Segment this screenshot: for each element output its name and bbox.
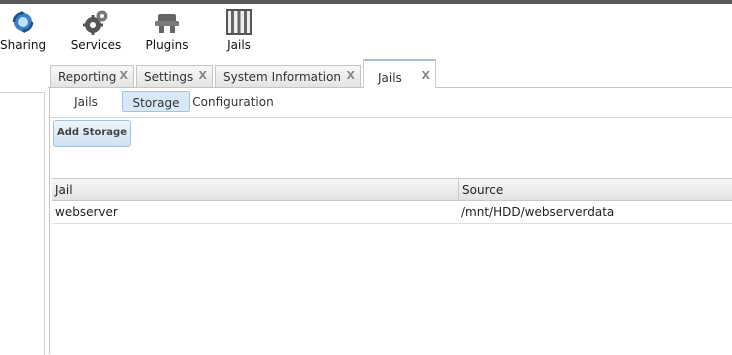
toolbar-plugins-label: Plugins [145, 38, 189, 52]
tab-jails[interactable]: Jails X [363, 59, 436, 88]
cell-jail: webserver [55, 205, 118, 219]
column-header-jail[interactable]: Jail [52, 179, 458, 200]
subtab-configuration[interactable]: Configuration [192, 91, 274, 112]
tab-reporting-label: Reporting [58, 70, 117, 84]
toolbar-jails-button[interactable]: Jails [214, 6, 264, 58]
column-header-source[interactable]: Source [458, 179, 732, 200]
storage-table: Jail Source webserver /mnt/HDD/webserver… [52, 178, 732, 224]
toolbar-services-label: Services [70, 38, 122, 52]
toolbar-jails-label: Jails [227, 38, 251, 52]
main-toolbar: Sharing Services Plugins Jails [0, 4, 732, 58]
close-icon[interactable]: X [422, 69, 430, 82]
close-icon[interactable]: X [199, 69, 207, 82]
subtab-bar: Jails Storage Configuration [50, 88, 732, 118]
jails-content-panel: Jails Storage Configuration Add Storage … [49, 88, 732, 354]
close-icon[interactable]: X [120, 69, 128, 82]
toolbar-services-button[interactable]: Services [68, 6, 124, 58]
close-icon[interactable]: X [347, 69, 355, 82]
table-row[interactable]: webserver /mnt/HDD/webserverdata [52, 201, 732, 224]
subtab-jails[interactable]: Jails [64, 91, 108, 112]
sharing-icon [12, 11, 34, 33]
tab-system-information-label: System Information [223, 70, 342, 84]
add-storage-button[interactable]: Add Storage [53, 120, 131, 147]
tab-system-information[interactable]: System Information X [215, 65, 361, 87]
toolbar-plugins-button[interactable]: Plugins [140, 6, 194, 58]
tab-strip: Reporting X Settings X System Informatio… [48, 57, 732, 88]
tab-settings[interactable]: Settings X [136, 65, 213, 87]
tab-settings-label: Settings [144, 70, 194, 84]
jail-bars-icon [226, 9, 252, 35]
plugins-icon [155, 14, 179, 33]
tab-reporting[interactable]: Reporting X [50, 65, 134, 87]
left-navigation-panel [0, 92, 45, 355]
tab-jails-label: Jails [378, 71, 402, 85]
gears-icon [83, 10, 108, 35]
subtab-storage[interactable]: Storage [122, 91, 190, 112]
toolbar-sharing-button[interactable]: Sharing [0, 6, 46, 58]
toolbar-sharing-label: Sharing [0, 38, 47, 52]
cell-source: /mnt/HDD/webserverdata [461, 205, 615, 219]
table-header-row: Jail Source [52, 178, 732, 201]
